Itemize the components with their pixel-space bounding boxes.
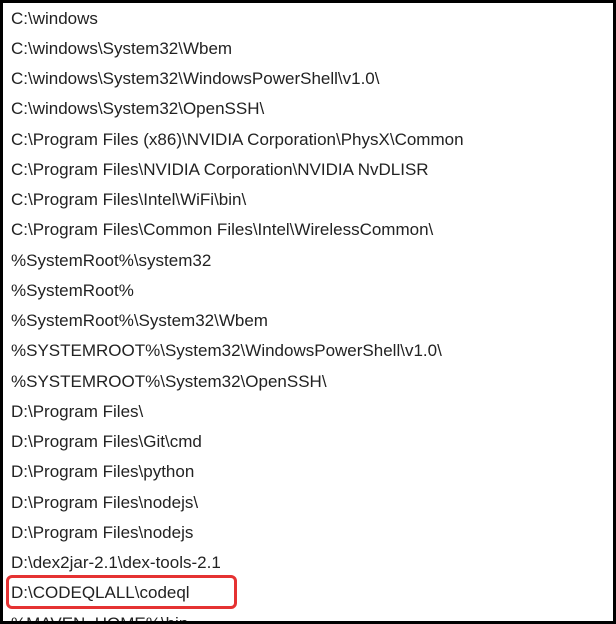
list-item[interactable]: D:\Program Files\nodejs	[3, 517, 613, 547]
list-item[interactable]: D:\dex2jar-2.1\dex-tools-2.1	[3, 548, 613, 578]
list-item[interactable]: D:\Program Files\python	[3, 457, 613, 487]
path-listbox[interactable]: C:\windowsC:\windows\System32\WbemC:\win…	[3, 3, 613, 621]
list-item[interactable]: C:\Program Files\Common Files\Intel\Wire…	[3, 215, 613, 245]
list-item[interactable]: %SYSTEMROOT%\System32\WindowsPowerShell\…	[3, 336, 613, 366]
list-item[interactable]: C:\windows	[3, 3, 613, 33]
list-item[interactable]: C:\windows\System32\Wbem	[3, 33, 613, 63]
list-item[interactable]: %SystemRoot%	[3, 275, 613, 305]
list-item[interactable]: C:\windows\System32\WindowsPowerShell\v1…	[3, 64, 613, 94]
list-item[interactable]: %SystemRoot%\System32\Wbem	[3, 306, 613, 336]
list-item[interactable]: D:\Program Files\nodejs\	[3, 487, 613, 517]
list-item[interactable]: %SystemRoot%\system32	[3, 245, 613, 275]
list-item[interactable]: C:\Program Files\NVIDIA Corporation\NVID…	[3, 154, 613, 184]
list-item[interactable]: %MAVEN_HOME%\bin	[3, 608, 613, 621]
list-item[interactable]: D:\CODEQLALL\codeql	[3, 578, 613, 608]
list-item[interactable]: %SYSTEMROOT%\System32\OpenSSH\	[3, 366, 613, 396]
list-item[interactable]: C:\Program Files\Intel\WiFi\bin\	[3, 185, 613, 215]
list-item[interactable]: D:\Program Files\	[3, 396, 613, 426]
list-item[interactable]: D:\Program Files\Git\cmd	[3, 427, 613, 457]
list-item[interactable]: C:\Program Files (x86)\NVIDIA Corporatio…	[3, 124, 613, 154]
list-item[interactable]: C:\windows\System32\OpenSSH\	[3, 94, 613, 124]
